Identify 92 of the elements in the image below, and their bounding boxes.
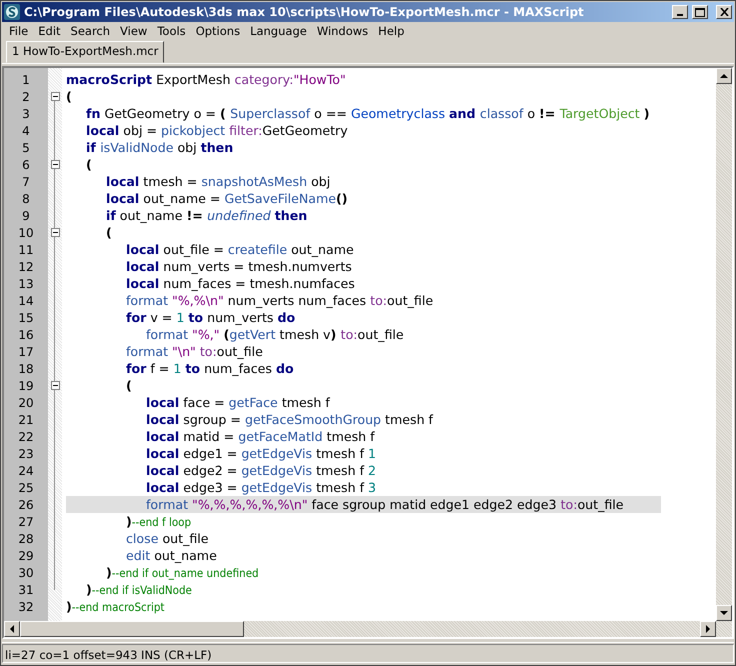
code-line: local out_file = createfile out_name xyxy=(126,241,354,258)
app-icon xyxy=(4,4,20,20)
maximize-icon xyxy=(695,8,705,16)
line-number: 2 xyxy=(21,88,31,106)
line-number: 29 xyxy=(17,548,35,564)
line-number: 13 xyxy=(17,276,35,292)
scroll-up-button[interactable] xyxy=(716,68,732,84)
line-number: 8 xyxy=(21,190,31,208)
line-number: 7 xyxy=(21,174,31,190)
line-number: 23 xyxy=(17,446,35,462)
code-line: edit out_name xyxy=(126,547,217,564)
line-number: 31 xyxy=(17,582,35,598)
line-number: 32 xyxy=(17,598,35,616)
menu-item[interactable]: View xyxy=(115,23,152,41)
menu-item[interactable]: Help xyxy=(373,23,410,41)
line-number: 25 xyxy=(17,480,35,496)
code-line: if isValidNode obj then xyxy=(86,139,234,156)
code-line: format "%,%\n" num_verts num_faces to:out_file xyxy=(126,292,434,309)
code-line: local edge1 = getEdgeVis tmesh f 1 xyxy=(146,445,376,462)
code-line: ( xyxy=(66,88,72,105)
line-number: 1 xyxy=(21,72,31,88)
menu-item[interactable]: Language xyxy=(245,23,312,41)
status-bar: li=27 co=1 offset=943 INS (CR+LF) xyxy=(2,644,734,663)
line-number: 27 xyxy=(17,514,35,530)
vertical-scrollbar[interactable] xyxy=(716,68,732,637)
menu-item[interactable]: Options xyxy=(190,23,246,41)
line-number: 20 xyxy=(17,394,35,412)
code-line: )--end f loop xyxy=(126,513,192,530)
code-line: for v = 1 to num_verts do xyxy=(126,309,296,326)
scroll-right-button[interactable] xyxy=(700,621,716,637)
left-arrow-icon xyxy=(9,625,15,633)
line-number: 10 xyxy=(17,224,35,242)
scroll-down-button[interactable] xyxy=(716,605,732,621)
code-line: format "\n" to:out_file xyxy=(126,343,263,360)
window-title: C:\Program Files\Autodesk\3ds max 10\scripts\HowTo-ExportMesh.mcr - MAXScript xyxy=(24,4,585,21)
line-number: 3 xyxy=(21,106,31,122)
scroll-thumb[interactable] xyxy=(20,621,244,637)
line-number: 5 xyxy=(21,140,31,156)
code-line: fn GetGeometry o = ( Superclassof o == Geometryclass and classof o != TargetObject ) xyxy=(86,105,650,122)
line-number: 21 xyxy=(17,412,35,428)
code-line: )--end if out_name undefined xyxy=(106,564,259,581)
code-line: local edge3 = getEdgeVis tmesh f 3 xyxy=(146,479,376,496)
maximize-button[interactable] xyxy=(692,5,708,19)
line-number: 9 xyxy=(21,208,31,224)
menu-item[interactable]: Windows xyxy=(312,23,374,41)
menu-item[interactable]: Edit xyxy=(33,23,66,41)
line-number: 28 xyxy=(17,530,35,548)
line-number: 19 xyxy=(17,378,35,394)
code-line: format "%," (getVert tmesh v) to:out_file xyxy=(146,326,404,343)
down-arrow-icon xyxy=(720,610,728,616)
line-number: 17 xyxy=(17,344,35,360)
line-number: 16 xyxy=(17,326,35,344)
code-line: macroScript ExportMesh category:"HowTo" xyxy=(66,71,346,88)
code-line: ( xyxy=(126,377,132,394)
line-number: 14 xyxy=(17,292,35,310)
code-line: )--end macroScript xyxy=(66,598,164,615)
line-number: 22 xyxy=(17,428,35,446)
code-line: local matid = getFaceMatId tmesh f xyxy=(146,428,375,445)
code-line: for f = 1 to num_faces do xyxy=(126,360,294,377)
code-line: local out_name = GetSaveFileName() xyxy=(106,190,348,207)
menu-item[interactable]: Search xyxy=(66,23,116,41)
line-number: 24 xyxy=(17,462,35,480)
code-line: ( xyxy=(106,224,112,241)
file-tab[interactable]: 1 HowTo-ExportMesh.mcr xyxy=(6,40,164,63)
line-number: 15 xyxy=(17,310,35,326)
minimize-button[interactable] xyxy=(672,5,688,19)
horizontal-scrollbar[interactable] xyxy=(4,621,716,637)
code-line: local sgroup = getFaceSmoothGroup tmesh f xyxy=(146,411,433,428)
line-number: 30 xyxy=(17,564,35,582)
line-number: 6 xyxy=(21,156,31,174)
scroll-left-button[interactable] xyxy=(4,621,20,637)
right-arrow-icon xyxy=(705,625,711,633)
up-arrow-icon xyxy=(720,73,728,79)
menu-item[interactable]: File xyxy=(4,23,34,41)
code-line: local edge2 = getEdgeVis tmesh f 2 xyxy=(146,462,376,479)
line-number: 26 xyxy=(17,496,35,514)
code-line: local num_verts = tmesh.numverts xyxy=(126,258,352,275)
line-number: 4 xyxy=(21,122,31,140)
code-line: )--end if isValidNode xyxy=(86,581,192,598)
code-line: local face = getFace tmesh f xyxy=(146,394,330,411)
line-number: 12 xyxy=(17,258,35,276)
menu-item[interactable]: Tools xyxy=(152,23,191,41)
close-icon xyxy=(720,8,728,16)
line-number: 18 xyxy=(17,360,35,378)
code-line: local tmesh = snapshotAsMesh obj xyxy=(106,173,330,190)
code-line: if out_name != undefined then xyxy=(106,207,308,224)
code-line: ( xyxy=(86,156,92,173)
code-line: local obj = pickobject filter:GetGeometry xyxy=(86,122,348,139)
code-line: local num_faces = tmesh.numfaces xyxy=(126,275,355,292)
close-button[interactable] xyxy=(716,5,732,19)
line-number: 11 xyxy=(17,242,35,258)
code-line: close out_file xyxy=(126,530,209,547)
